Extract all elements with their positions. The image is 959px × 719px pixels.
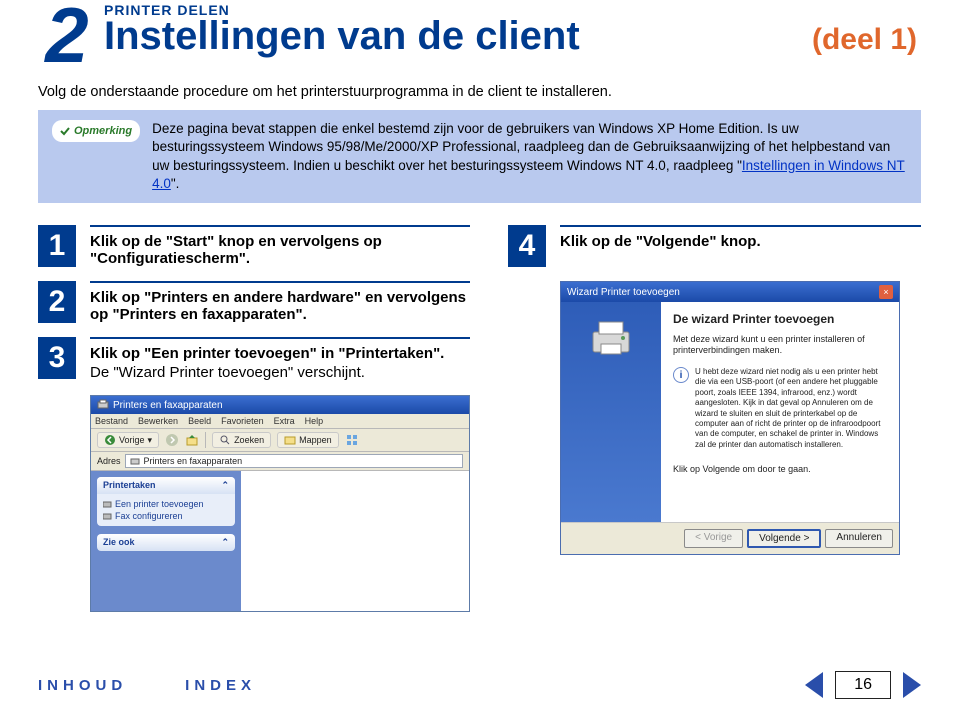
menu-item[interactable]: Extra <box>274 416 295 426</box>
step-2: 2 Klik op "Printers en andere hardware" … <box>38 281 470 323</box>
address-value: Printers en faxapparaten <box>144 456 243 466</box>
step-1: 1 Klik op de "Start" knop en vervolgens … <box>38 225 470 267</box>
intro-text: Volg de onderstaande procedure om het pr… <box>38 84 921 100</box>
step-main: Klik op "Een printer toevoegen" in "Prin… <box>90 345 444 362</box>
step-text: Klik op "Printers en andere hardware" en… <box>90 289 470 323</box>
info-icon: i <box>673 367 689 383</box>
back-label: Vorige <box>119 435 145 445</box>
toc-link[interactable]: INHOUD <box>38 677 127 694</box>
note-text: Deze pagina bevat stappen die enkel best… <box>152 120 907 193</box>
toolbar: Vorige ▾ Zoeken Mappen <box>91 429 469 452</box>
page-number: 16 <box>835 671 891 699</box>
wizard-back-button[interactable]: < Vorige <box>684 529 743 548</box>
index-link[interactable]: INDEX <box>185 677 256 694</box>
task-label: Een printer toevoegen <box>115 499 204 509</box>
collapse-icon: ⌃ <box>221 480 229 491</box>
step-number: 3 <box>38 337 76 379</box>
task-fax-config[interactable]: Fax configureren <box>103 510 229 522</box>
folder-content <box>241 471 469 611</box>
wizard-info: U hebt deze wizard niet nodig als u een … <box>695 367 887 450</box>
next-page-button[interactable] <box>903 672 921 698</box>
tasks-header[interactable]: Printertaken ⌃ <box>97 477 235 494</box>
menu-item[interactable]: Bestand <box>95 416 128 426</box>
printer-large-icon <box>587 314 635 362</box>
menu-bar: Bestand Bewerken Beeld Favorieten Extra … <box>91 414 469 429</box>
wizard-continue: Klik op Volgende om door te gaan. <box>673 464 887 476</box>
note-text-after: ". <box>171 176 180 191</box>
address-bar: Adres Printers en faxapparaten <box>91 452 469 471</box>
prev-page-button[interactable] <box>805 672 823 698</box>
fax-icon <box>103 512 112 521</box>
window-title: Printers en faxapparaten <box>113 400 223 411</box>
menu-item[interactable]: Help <box>305 416 324 426</box>
wizard-desc: Met deze wizard kunt u een printer insta… <box>673 334 887 357</box>
menu-item[interactable]: Favorieten <box>221 416 264 426</box>
wizard-main: De wizard Printer toevoegen Met deze wiz… <box>661 302 899 522</box>
back-icon <box>104 434 116 446</box>
step-number: 4 <box>508 225 546 267</box>
wizard-figure: Wizard Printer toevoegen × <box>560 281 921 555</box>
step-4: 4 Klik op de "Volgende" knop. <box>508 225 921 267</box>
search-button[interactable]: Zoeken <box>212 432 271 448</box>
step-number: 1 <box>38 225 76 267</box>
seealso-header[interactable]: Zie ook ⌃ <box>97 534 235 551</box>
collapse-icon: ⌃ <box>221 537 229 548</box>
note-box: Opmerking Deze pagina bevat stappen die … <box>38 110 921 203</box>
back-button[interactable]: Vorige ▾ <box>97 432 159 448</box>
search-icon <box>219 434 231 446</box>
step-number: 2 <box>38 281 76 323</box>
task-add-printer[interactable]: Een printer toevoegen <box>103 498 229 510</box>
wizard-next-button[interactable]: Volgende > <box>747 529 821 548</box>
printers-window-figure: Printers en faxapparaten Bestand Bewerke… <box>90 395 470 612</box>
note-badge-label: Opmerking <box>74 124 132 139</box>
close-button[interactable]: × <box>879 285 893 299</box>
wizard-title: Wizard Printer toevoegen <box>567 287 680 298</box>
note-badge: Opmerking <box>52 120 140 142</box>
menu-item[interactable]: Bewerken <box>138 416 178 426</box>
up-icon[interactable] <box>185 433 199 447</box>
folders-button[interactable]: Mappen <box>277 432 339 448</box>
printer-icon <box>130 456 140 466</box>
chevron-down-icon: ▾ <box>148 435 153 446</box>
tasks-pane: Printertaken ⌃ Een printer toevoegen <box>91 471 241 611</box>
step-text: Klik op de "Volgende" knop. <box>560 233 921 250</box>
wizard-titlebar: Wizard Printer toevoegen × <box>561 282 899 302</box>
step-sub: De "Wizard Printer toevoegen" verschijnt… <box>90 364 470 381</box>
step-text: Klik op "Een printer toevoegen" in "Prin… <box>90 345 470 381</box>
printer-icon <box>97 399 109 411</box>
views-icon[interactable] <box>345 433 359 447</box>
tasks-title: Printertaken <box>103 480 156 491</box>
task-label: Fax configureren <box>115 511 183 521</box>
forward-icon[interactable] <box>165 433 179 447</box>
folders-icon <box>284 434 296 446</box>
wizard-footer: < Vorige Volgende > Annuleren <box>561 522 899 554</box>
step-text: Klik op de "Start" knop en vervolgens op… <box>90 233 470 267</box>
part-label: (deel 1) <box>812 23 921 57</box>
page-footer: INHOUD INDEX 16 <box>38 671 921 699</box>
wizard-heading: De wizard Printer toevoegen <box>673 312 887 328</box>
chapter-number: 2 <box>38 0 96 70</box>
note-icon <box>60 126 70 136</box>
address-label: Adres <box>97 456 121 466</box>
page-title: Instellingen van de client <box>104 14 580 59</box>
step-3: 3 Klik op "Een printer toevoegen" in "Pr… <box>38 337 470 381</box>
add-printer-icon <box>103 500 112 509</box>
wizard-sidebar <box>561 302 661 522</box>
address-field[interactable]: Printers en faxapparaten <box>125 454 463 468</box>
menu-item[interactable]: Beeld <box>188 416 211 426</box>
window-titlebar: Printers en faxapparaten <box>91 396 469 414</box>
wizard-cancel-button[interactable]: Annuleren <box>825 529 893 548</box>
search-label: Zoeken <box>234 435 264 445</box>
folders-label: Mappen <box>299 435 332 445</box>
seealso-title: Zie ook <box>103 537 135 548</box>
